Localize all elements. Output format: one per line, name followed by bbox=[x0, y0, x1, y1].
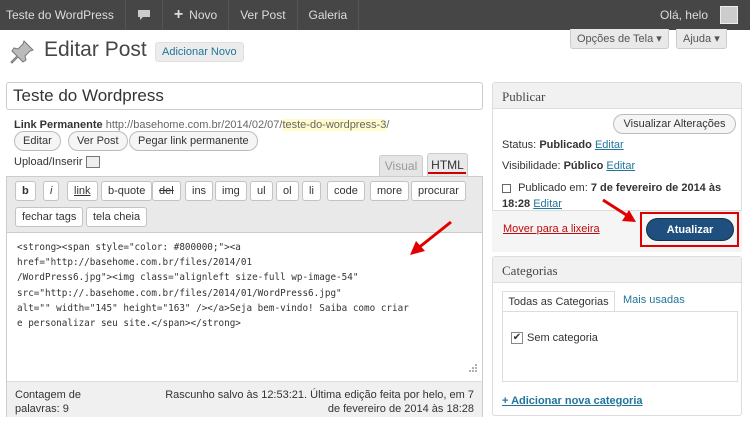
plus-icon: + bbox=[173, 6, 184, 23]
edit-status-link[interactable]: Editar bbox=[595, 139, 624, 151]
status-value: Publicado bbox=[539, 139, 592, 151]
permalink-slug[interactable]: teste-do-wordpress-3 bbox=[282, 119, 387, 131]
visibility-row: Visibilidade: Público Editar bbox=[502, 160, 635, 172]
published-time-row: 18:28 Editar bbox=[502, 198, 562, 210]
published-time: 18:28 bbox=[502, 198, 531, 210]
content-line: src="http://.basehome.com.br/files/2014/… bbox=[17, 287, 342, 299]
category-label[interactable]: Sem categoria bbox=[527, 332, 598, 344]
site-name-link[interactable]: Teste do WordPress bbox=[0, 0, 126, 30]
quicktag-bold[interactable]: b bbox=[15, 181, 36, 201]
quicktag-more[interactable]: more bbox=[370, 181, 410, 201]
category-checkbox[interactable]: ✔ bbox=[511, 332, 523, 344]
tab-all-categories[interactable]: Todas as Categorias bbox=[502, 291, 615, 312]
resize-grip-icon[interactable] bbox=[468, 363, 478, 373]
permalink-end: / bbox=[386, 119, 390, 131]
quicktag-ul[interactable]: ul bbox=[250, 181, 273, 201]
tab-visual[interactable]: Visual bbox=[379, 155, 423, 176]
quicktag-link[interactable]: link bbox=[67, 181, 98, 201]
page-title: Editar Post bbox=[44, 38, 147, 61]
add-new-category-link[interactable]: + Adicionar nova categoria bbox=[502, 395, 643, 407]
move-to-trash-link[interactable]: Mover para a lixeira bbox=[503, 223, 600, 235]
content-line: /WordPress6.jpg"><img class="alignleft s… bbox=[17, 272, 359, 284]
upload-label: Upload/Inserir bbox=[14, 156, 83, 168]
published-on-row: Publicado em: 7 de fevereiro de 2014 às bbox=[502, 182, 721, 194]
calendar-icon bbox=[502, 183, 511, 193]
quicktag-del[interactable]: del bbox=[152, 181, 181, 201]
admin-bar: Teste do WordPress + Novo Ver Post Galer… bbox=[0, 0, 750, 30]
view-post-button[interactable]: Ver Post bbox=[68, 131, 128, 151]
pushpin-icon bbox=[10, 40, 34, 64]
permalink-base: http://basehome.com.br/2014/02/07/ bbox=[105, 119, 283, 131]
content-line: e personalizar seu site.</span></strong> bbox=[17, 318, 241, 330]
edit-date-link[interactable]: Editar bbox=[533, 198, 562, 210]
permalink-row: Link Permanente http://basehome.com.br/2… bbox=[14, 119, 389, 131]
visibility-label: Visibilidade: bbox=[502, 160, 561, 172]
edit-permalink-button[interactable]: Editar bbox=[14, 131, 61, 151]
gallery-link[interactable]: Galeria bbox=[298, 0, 360, 30]
quicktag-ins[interactable]: ins bbox=[185, 181, 214, 201]
quicktag-bquote[interactable]: b-quote bbox=[101, 181, 153, 201]
add-media-icon[interactable] bbox=[86, 156, 101, 168]
new-content-menu[interactable]: + Novo bbox=[163, 0, 230, 30]
preview-changes-button[interactable]: Visualizar Alterações bbox=[613, 114, 736, 134]
published-date: 7 de fevereiro de 2014 às bbox=[590, 182, 722, 194]
comments-icon[interactable] bbox=[126, 0, 163, 30]
quicktag-search[interactable]: procurar bbox=[411, 181, 466, 201]
html-editor: b i link b-quote del ins img ul ol li co… bbox=[6, 176, 483, 417]
upload-insert: Upload/Inserir bbox=[14, 156, 101, 168]
avatar[interactable] bbox=[720, 6, 738, 24]
quicktag-ol[interactable]: ol bbox=[276, 181, 299, 201]
new-content-label: Novo bbox=[189, 8, 218, 22]
status-row: Status: Publicado Editar bbox=[502, 139, 624, 151]
post-title-input[interactable]: Teste do Wordpress bbox=[6, 82, 483, 110]
help-button[interactable]: Ajuda ▾ bbox=[676, 29, 727, 49]
permalink-label: Link Permanente bbox=[14, 119, 103, 131]
quicktag-fullscreen[interactable]: tela cheia bbox=[86, 207, 148, 227]
get-shortlink-button[interactable]: Pegar link permanente bbox=[129, 131, 258, 151]
update-button[interactable]: Atualizar bbox=[646, 218, 734, 241]
category-list bbox=[502, 311, 738, 382]
visibility-value: Público bbox=[563, 160, 604, 172]
quicktag-li[interactable]: li bbox=[302, 181, 321, 201]
draft-saved-info: Rascunho salvo às 12:53:21. Última ediçã… bbox=[165, 389, 474, 415]
quicktag-img[interactable]: img bbox=[215, 181, 247, 201]
html-tab-underline bbox=[428, 172, 466, 174]
content-line: alt="" width="145" height="163" /></a>Se… bbox=[17, 302, 409, 314]
editor-status-bar: Contagem de palavras: 9 Rascunho salvo à… bbox=[7, 381, 482, 417]
edit-visibility-link[interactable]: Editar bbox=[606, 160, 635, 172]
user-greeting[interactable]: Olá, helo bbox=[660, 8, 708, 22]
quicktag-italic[interactable]: i bbox=[43, 181, 60, 201]
quicktag-code[interactable]: code bbox=[327, 181, 365, 201]
tab-most-used[interactable]: Mais usadas bbox=[623, 294, 685, 306]
red-arrow-icon bbox=[410, 220, 452, 255]
screen-options-button[interactable]: Opções de Tela ▾ bbox=[570, 29, 669, 49]
publish-heading: Publicar bbox=[493, 83, 741, 109]
status-label: Status: bbox=[502, 139, 537, 151]
view-post-link[interactable]: Ver Post bbox=[229, 0, 298, 30]
categories-heading: Categorias bbox=[493, 257, 741, 283]
red-arrow-icon bbox=[602, 198, 636, 222]
published-label: Publicado em: bbox=[518, 182, 588, 194]
quicktag-close-tags[interactable]: fechar tags bbox=[15, 207, 84, 227]
add-new-button[interactable]: Adicionar Novo bbox=[155, 42, 244, 62]
word-count: Contagem de palavras: 9 bbox=[15, 389, 82, 415]
